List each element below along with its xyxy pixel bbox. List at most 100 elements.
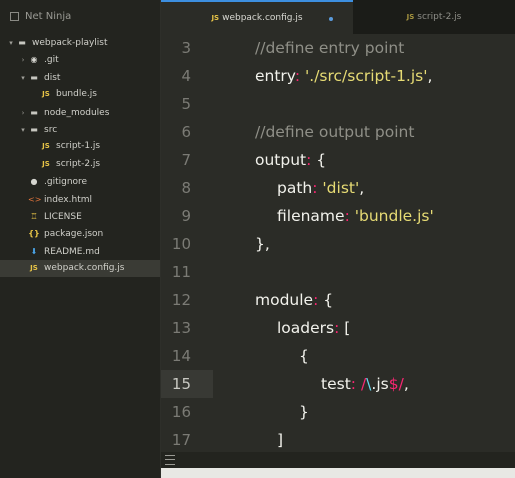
tree-item-label: webpack.config.js [44, 263, 125, 274]
tree-item-label: .git [44, 55, 59, 66]
code-token: { [299, 347, 309, 365]
line-number: 17 [171, 431, 191, 449]
tree-item[interactable]: ▾ ▬ webpack-playlist [0, 34, 160, 51]
code-token: output [255, 151, 307, 169]
code-line[interactable]: 10}, [161, 230, 515, 258]
code-text: ] [277, 426, 283, 452]
tab-webpack-config[interactable]: JS webpack.config.js [161, 0, 353, 34]
code-line[interactable]: 3 //define entry point [161, 34, 515, 62]
chevron-down-icon[interactable]: ▾ [18, 70, 28, 87]
code-line[interactable]: 6 //define output point [161, 118, 515, 146]
code-editor[interactable]: 3 //define entry point 4 entry: './src/scri… [161, 34, 515, 452]
code-text: filename: 'bundle.js' [277, 202, 434, 230]
license-icon: ♖ [30, 211, 38, 221]
code-line[interactable]: 12 module: { [161, 286, 515, 314]
code-line[interactable]: 15 test: /\.js$/, [161, 370, 515, 398]
code-text: //define entry point [255, 34, 404, 62]
code-token: : [306, 151, 317, 169]
code-token: : [294, 67, 306, 85]
tree-item[interactable]: ⬇ README.md [0, 243, 160, 260]
code-token: module [255, 291, 314, 309]
tree-item[interactable]: JS webpack.config.js [0, 260, 160, 278]
line-number: 12 [171, 291, 191, 309]
line-number: 14 [171, 347, 191, 365]
code-token: filename [277, 207, 345, 225]
code-token: }, [255, 235, 270, 253]
code-text: }, [255, 230, 270, 258]
status-bar [161, 452, 515, 468]
code-text: output: { [255, 146, 326, 174]
tree-item[interactable]: JS script-1.js [0, 138, 160, 155]
code-text: } [299, 398, 309, 426]
code-text: test: /\.js$/, [321, 370, 409, 398]
code-token: { [323, 291, 334, 309]
js-file-icon: JS [406, 13, 415, 21]
folder-open-icon: ▬ [30, 72, 38, 82]
tree-item-label: webpack-playlist [32, 38, 108, 48]
code-text: loaders: [ [277, 314, 350, 342]
line-number: 10 [171, 235, 191, 253]
line-number: 7 [181, 151, 191, 169]
github-icon: ● [30, 177, 38, 187]
code-line[interactable]: 7 output: { [161, 146, 515, 174]
code-line[interactable]: 13 loaders: [ [161, 314, 515, 342]
code-token: $/ [388, 375, 404, 393]
code-token: loaders [277, 319, 335, 337]
tree-item[interactable]: ▾ ▬ src [0, 121, 160, 138]
modified-dot-icon[interactable] [329, 17, 333, 21]
chevron-right-icon[interactable]: › [18, 52, 28, 69]
code-token: //define entry point [255, 39, 405, 57]
folder-open-icon: ▬ [18, 38, 26, 47]
tree-item[interactable]: ♖ LICENSE [0, 208, 160, 225]
code-token: //define output point [255, 123, 415, 141]
code-token: entry [255, 67, 295, 85]
tree-item[interactable]: JS bundle.js [0, 86, 160, 103]
code-text: { [299, 342, 309, 370]
tree-item-label: src [44, 124, 58, 135]
tree-item[interactable]: {} package.json [0, 225, 160, 242]
code-text: path: 'dist', [277, 174, 364, 202]
tree-item[interactable]: › ▬ node_modules [0, 104, 160, 121]
js-file-icon: JS [42, 142, 50, 151]
tree-item[interactable]: › ◉ .git [0, 51, 160, 68]
tree-item-label: index.html [44, 194, 92, 205]
line-number: 6 [181, 123, 191, 141]
tree-item-label: bundle.js [56, 89, 97, 100]
tab-script-2[interactable]: JS script-2.js [353, 0, 515, 34]
code-line[interactable]: 11 [161, 258, 515, 286]
code-line[interactable]: 4 entry: './src/script-1.js', [161, 62, 515, 90]
line-number: 8 [181, 179, 191, 197]
code-token: { [316, 151, 327, 169]
code-token: , [403, 375, 409, 393]
line-number: 11 [171, 263, 191, 281]
tree-item[interactable]: ● .gitignore [0, 173, 160, 190]
code-token: './src/script-1.js' [305, 67, 428, 85]
tree-item-label: dist [44, 72, 61, 83]
menu-icon[interactable] [165, 455, 175, 465]
tree-item-label: script-1.js [56, 141, 101, 152]
tree-item[interactable]: ▾ ▬ dist [0, 69, 160, 86]
chevron-down-icon[interactable]: ▾ [6, 35, 16, 52]
code-line[interactable]: 9 filename: 'bundle.js' [161, 202, 515, 230]
tree-item-label: .gitignore [44, 177, 88, 188]
line-number: 13 [171, 319, 191, 337]
code-line[interactable]: 16} [161, 398, 515, 426]
code-line[interactable]: 14 { [161, 342, 515, 370]
git-icon: ◉ [30, 55, 38, 65]
window-icon [10, 11, 19, 21]
code-line[interactable]: 17] [161, 426, 515, 452]
code-token: 'bundle.js' [354, 207, 434, 225]
file-tree: ▾ ▬ webpack-playlist › ◉ .git ▾ ▬ dist JS bundle.j… [0, 34, 160, 278]
line-number: 3 [181, 39, 191, 57]
code-token: test [321, 375, 351, 393]
code-line[interactable]: 8 path: 'dist', [161, 174, 515, 202]
chevron-right-icon[interactable]: › [18, 105, 28, 122]
bottom-strip [161, 468, 515, 478]
tree-item[interactable]: JS script-2.js [0, 156, 160, 173]
code-token: : [312, 179, 323, 197]
code-line[interactable]: 5 [161, 90, 515, 118]
folder-open-icon: ▬ [30, 124, 38, 134]
chevron-down-icon[interactable]: ▾ [18, 122, 28, 139]
tree-item[interactable]: <> index.html [0, 191, 160, 208]
code-token: } [299, 403, 309, 421]
